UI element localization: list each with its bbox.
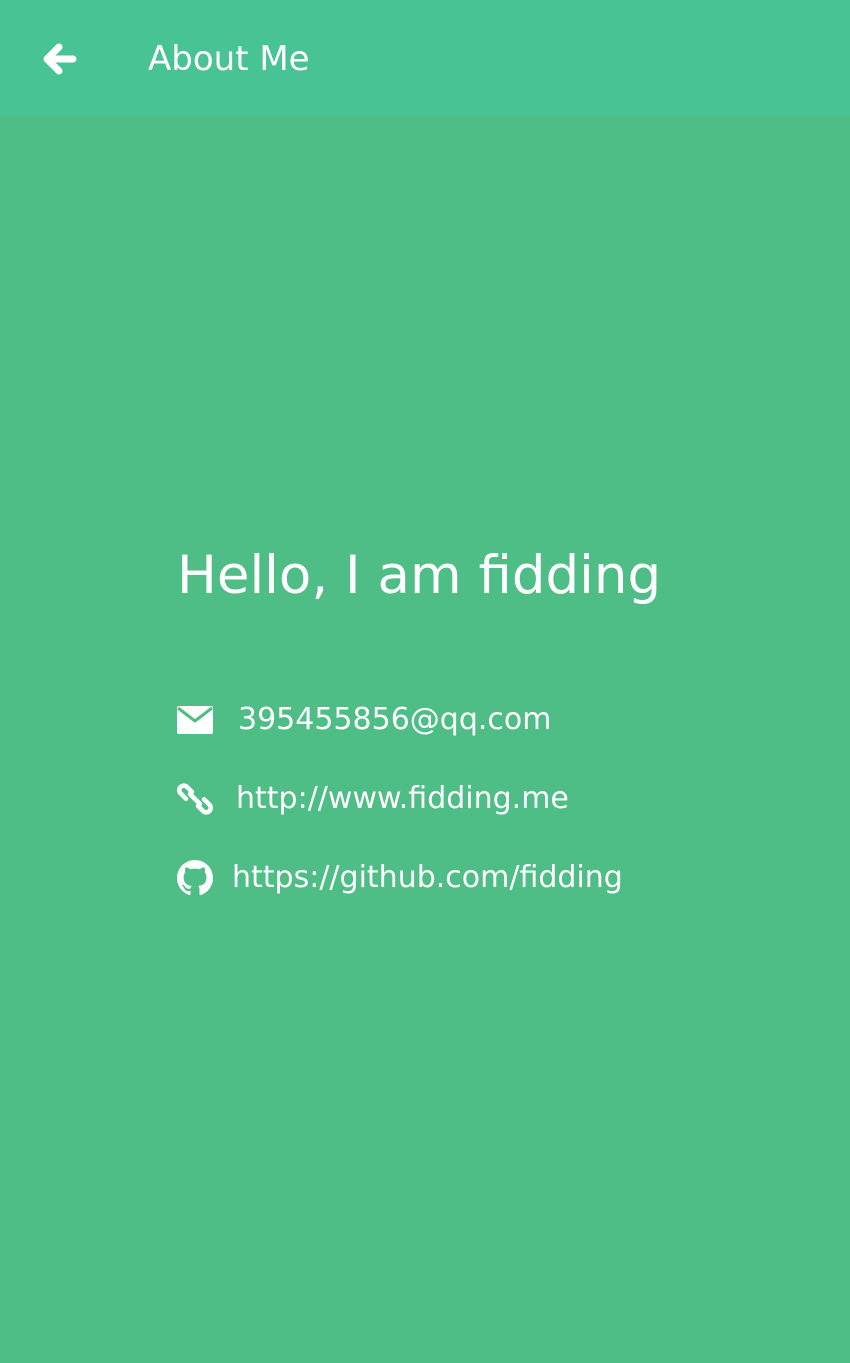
contact-email[interactable]: 395455856@qq.com (174, 697, 551, 743)
back-button[interactable] (30, 30, 88, 88)
github-icon (174, 857, 216, 899)
contact-website-text: http://www.fidding.me (236, 781, 569, 816)
arrow-left-icon (39, 39, 79, 79)
page-title: About Me (148, 39, 310, 79)
envelope-icon (174, 699, 216, 741)
greeting-heading: Hello, I am fidding (177, 545, 662, 606)
contact-email-text: 395455856@qq.com (238, 702, 552, 737)
contact-github-text: https://github.com/fidding (232, 860, 623, 895)
contact-website[interactable]: http://www.fidding.me (174, 776, 569, 822)
link-icon (174, 778, 216, 820)
contact-github[interactable]: https://github.com/fidding (174, 855, 623, 901)
app-bar: About Me (0, 0, 850, 116)
